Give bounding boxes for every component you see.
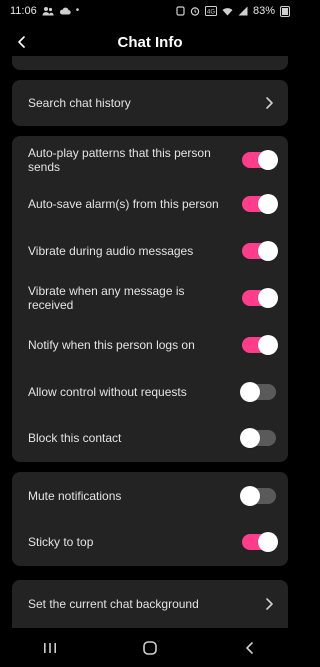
setting-row-mute[interactable]: Mute notifications (12, 474, 288, 518)
toggle-knob (258, 241, 278, 261)
home-button[interactable] (130, 633, 170, 663)
wifi-icon (222, 7, 233, 15)
setting-label: Vibrate during audio messages (28, 244, 194, 258)
chat-background-label: Set the current chat background (28, 597, 199, 611)
battery-icon (280, 5, 290, 17)
dot-icon: • (75, 5, 80, 16)
search-chat-history-row[interactable]: Search chat history (12, 80, 288, 126)
status-bar: 11:06 • 4G 83% (0, 0, 300, 22)
cloud-icon (59, 7, 71, 15)
autoplay-toggle[interactable] (242, 150, 278, 170)
notification-icon (176, 6, 185, 16)
home-icon (143, 640, 157, 655)
setting-label: Notify when this person logs on (28, 338, 195, 352)
chevron-right-icon (266, 97, 273, 109)
sticky-top-toggle[interactable] (242, 532, 278, 552)
chevron-right-icon (266, 598, 273, 610)
volte-icon: 4G (204, 6, 217, 16)
system-nav-bar (0, 628, 300, 667)
toggle-knob (258, 335, 278, 355)
setting-label: Auto-save alarm(s) from this person (28, 197, 219, 211)
chevron-left-icon (246, 641, 253, 654)
setting-label: Allow control without requests (28, 385, 187, 399)
top-card-partial (12, 56, 288, 70)
vibrate-message-toggle[interactable] (242, 288, 278, 308)
battery-percent: 83% (252, 5, 275, 17)
status-left: 11:06 • (10, 5, 79, 17)
setting-row-vibrate-audio[interactable]: Vibrate during audio messages (12, 230, 288, 272)
setting-label: Sticky to top (28, 535, 94, 549)
setting-label: Block this contact (28, 431, 122, 445)
setting-label: Mute notifications (28, 489, 122, 503)
block-contact-toggle[interactable] (240, 428, 276, 448)
allow-control-toggle[interactable] (240, 382, 276, 402)
autosave-toggle[interactable] (242, 194, 278, 214)
back-nav-button[interactable] (230, 633, 270, 663)
search-chat-history-label: Search chat history (28, 96, 131, 110)
background-card: Set the current chat background (12, 580, 288, 628)
setting-row-autoplay[interactable]: Auto-play patterns that this person send… (12, 138, 288, 182)
chat-background-row[interactable]: Set the current chat background (12, 582, 288, 626)
setting-label: Vibrate when any message is received (28, 284, 185, 312)
setting-row-notify-logon[interactable]: Notify when this person logs on (12, 324, 288, 366)
toggle-knob (240, 486, 260, 506)
recent-apps-button[interactable] (30, 633, 70, 663)
setting-row-block[interactable]: Block this contact (12, 416, 288, 460)
setting-row-allow-control[interactable]: Allow control without requests (12, 370, 288, 414)
search-card: Search chat history (12, 80, 288, 126)
status-right: 4G 83% (176, 5, 290, 17)
notify-logon-toggle[interactable] (242, 335, 278, 355)
toggle-knob (258, 150, 278, 170)
alarm-icon (190, 7, 200, 16)
settings-card: Auto-play patterns that this person send… (12, 136, 288, 462)
toggle-knob (258, 194, 278, 214)
mute-notifications-toggle[interactable] (240, 486, 276, 506)
setting-row-sticky[interactable]: Sticky to top (12, 520, 288, 564)
setting-row-vibrate-message[interactable]: Vibrate when any message is received (12, 276, 288, 320)
setting-row-autosave[interactable]: Auto-save alarm(s) from this person (12, 182, 288, 226)
toggle-knob (240, 428, 260, 448)
page-title: Chat Info (117, 33, 183, 51)
signal-icon (238, 6, 248, 16)
svg-text:4G: 4G (207, 10, 215, 16)
vibrate-audio-toggle[interactable] (242, 241, 278, 261)
chevron-left-icon (18, 36, 25, 48)
setting-label: Auto-play patterns that this person send… (28, 146, 211, 174)
people-icon (42, 7, 54, 16)
toggle-knob (240, 382, 260, 402)
back-button[interactable] (10, 30, 34, 54)
recent-apps-icon (44, 642, 56, 653)
notifications-card: Mute notifications Sticky to top (12, 472, 288, 566)
toggle-knob (258, 288, 278, 308)
status-time: 11:06 (10, 5, 37, 17)
toggle-knob (258, 532, 278, 552)
